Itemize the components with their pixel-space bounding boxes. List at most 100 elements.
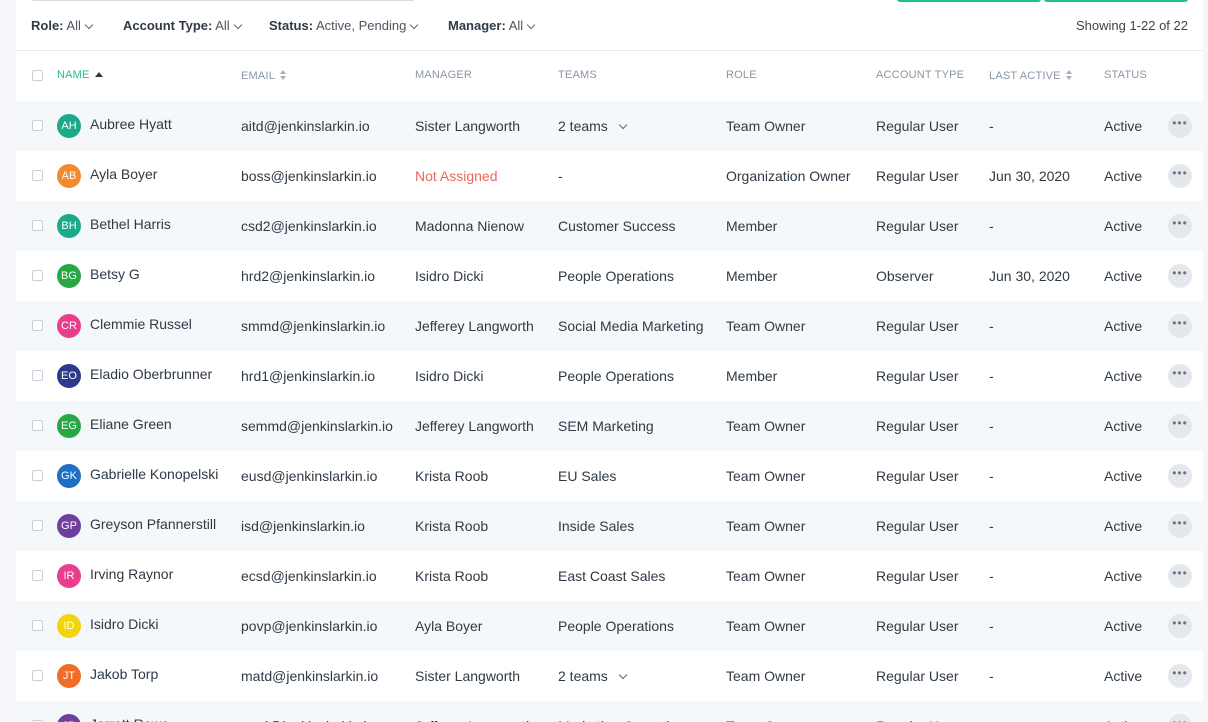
row-checkbox[interactable] [32,620,43,631]
table-row[interactable]: EG Eliane Green semmd@jenkinslarkin.io Jeff… [16,401,1203,451]
member-role: Team Owner [726,618,806,634]
member-manager: Not Assigned [415,168,498,184]
more-options-icon[interactable]: ••• [1168,364,1192,388]
account-type-filter-value: All [215,18,230,33]
member-name[interactable]: Eliane Green [90,416,172,432]
member-status: Active [1104,218,1143,234]
account-type-filter[interactable]: Account Type: All [123,18,242,33]
more-options-icon[interactable]: ••• [1168,314,1192,338]
member-account-type: Regular User [876,368,959,384]
row-checkbox[interactable] [32,570,43,581]
table-row[interactable]: IR Irving Raynor ecsd@jenkinslarkin.io Kris… [16,551,1203,601]
member-teams-label: - [558,168,563,184]
role-column-header: ROLE [726,69,757,81]
table-row[interactable]: GK Gabrielle Konopelski eusd@jenkinslarkin… [16,451,1203,501]
member-name[interactable]: Gabrielle Konopelski [90,466,218,482]
last-active-column-header[interactable]: LAST ACTIVE [989,69,1074,82]
row-checkbox[interactable] [32,170,43,181]
table-row[interactable]: AB Ayla Boyer boss@jenkinslarkin.io Not Ass… [16,151,1203,201]
name-column-header[interactable]: NAME [57,69,103,81]
table-row[interactable]: BH Bethel Harris csd2@jenkinslarkin.io Mado… [16,201,1203,251]
more-options-icon[interactable]: ••• [1168,414,1192,438]
more-options-icon[interactable]: ••• [1168,714,1192,722]
member-account-type: Regular User [876,668,959,684]
manager-filter[interactable]: Manager: All [448,18,536,33]
table-row[interactable]: GP Greyson Pfannerstill isd@jenkinslarkin.… [16,501,1203,551]
member-status: Active [1104,518,1143,534]
table-header: NAME EMAIL MANAGER TEAMS ROLE ACCOUNT TY… [16,51,1203,101]
account-type-column-label: ACCOUNT TYPE [876,69,965,81]
email-column-header[interactable]: EMAIL [241,69,288,82]
table-row[interactable]: AH Aubree Hyatt aitd@jenkinslarkin.io Siste… [16,101,1203,151]
row-checkbox[interactable] [32,470,43,481]
member-email: ecsd@jenkinslarkin.io [241,568,377,584]
member-manager: Krista Roob [415,468,489,484]
row-checkbox[interactable] [32,120,43,131]
select-all-checkbox[interactable] [32,70,43,81]
row-checkbox[interactable] [32,220,43,231]
row-checkbox[interactable] [32,670,43,681]
member-email: isd@jenkinslarkin.io [241,518,365,534]
avatar: GK [57,464,81,488]
member-manager: Isidro Dicki [415,368,484,384]
row-checkbox[interactable] [32,320,43,331]
row-checkbox[interactable] [32,420,43,431]
member-name[interactable]: Greyson Pfannerstill [90,516,216,532]
table-row[interactable]: CR Clemmie Russel smmd@jenkinslarkin.io Jef… [16,301,1203,351]
member-name[interactable]: Isidro Dicki [90,616,158,632]
member-name[interactable]: Clemmie Russel [90,316,192,332]
member-name[interactable]: Betsy G [90,266,140,282]
status-filter-label: Status: [269,18,314,33]
member-teams[interactable]: 2 teams [558,668,628,684]
avatar: AB [57,164,81,188]
role-filter[interactable]: Role: All [31,18,94,33]
table-row[interactable]: JR Jarrett Rowe mod@jenkinslarkin.io Jeffer… [16,701,1203,722]
member-account-type: Regular User [876,168,959,184]
more-options-icon[interactable]: ••• [1168,614,1192,638]
member-last-active: - [989,118,994,134]
member-name[interactable]: Jakob Torp [90,666,158,682]
member-name[interactable]: Irving Raynor [90,566,173,582]
more-options-icon[interactable]: ••• [1168,264,1192,288]
row-checkbox[interactable] [32,270,43,281]
member-name[interactable]: Eladio Oberbrunner [90,366,212,382]
status-filter[interactable]: Status: Active, Pending [269,18,419,33]
more-options-icon[interactable]: ••• [1168,164,1192,188]
member-teams-label: East Coast Sales [558,568,666,584]
member-email: povp@jenkinslarkin.io [241,618,378,634]
more-options-icon[interactable]: ••• [1168,214,1192,238]
chevron-down-icon [618,120,628,130]
member-email: hrd2@jenkinslarkin.io [241,268,376,284]
more-options-icon[interactable]: ••• [1168,564,1192,588]
more-options-icon[interactable]: ••• [1168,514,1192,538]
avatar: IR [57,564,81,588]
member-last-active: Jun 30, 2020 [989,268,1070,284]
table-row[interactable]: EO Eladio Oberbrunner hrd1@jenkinslarkin.i… [16,351,1203,401]
table-row[interactable]: JT Jakob Torp matd@jenkinslarkin.io Sister … [16,651,1203,701]
member-account-type: Regular User [876,518,959,534]
row-checkbox[interactable] [32,370,43,381]
member-role: Member [726,268,778,284]
manager-filter-value: All [508,18,524,33]
member-teams: SEM Marketing [558,418,654,434]
account-type-filter-label: Account Type: [123,18,213,33]
table-row[interactable]: ID Isidro Dicki povp@jenkinslarkin.io Ayla … [16,601,1203,651]
role-filter-value: All [66,18,81,33]
row-checkbox[interactable] [32,520,43,531]
member-teams[interactable]: 2 teams [558,118,628,134]
more-options-icon[interactable]: ••• [1168,114,1192,138]
table-row[interactable]: BG Betsy G hrd2@jenkinslarkin.io Isidro Dic… [16,251,1203,301]
member-role: Organization Owner [726,168,851,184]
member-role: Team Owner [726,468,806,484]
member-last-active: - [989,518,994,534]
member-name[interactable]: Jarrett Rowe [90,716,169,722]
member-name[interactable]: Bethel Harris [90,216,171,232]
member-name[interactable]: Ayla Boyer [90,166,157,182]
member-name[interactable]: Aubree Hyatt [90,116,172,132]
more-options-icon[interactable]: ••• [1168,464,1192,488]
member-teams-label: 2 teams [558,118,608,134]
filter-bar: Role: All Account Type: All Status: Acti… [16,0,1203,51]
member-account-type: Regular User [876,218,959,234]
member-account-type: Regular User [876,318,959,334]
more-options-icon[interactable]: ••• [1168,664,1192,688]
